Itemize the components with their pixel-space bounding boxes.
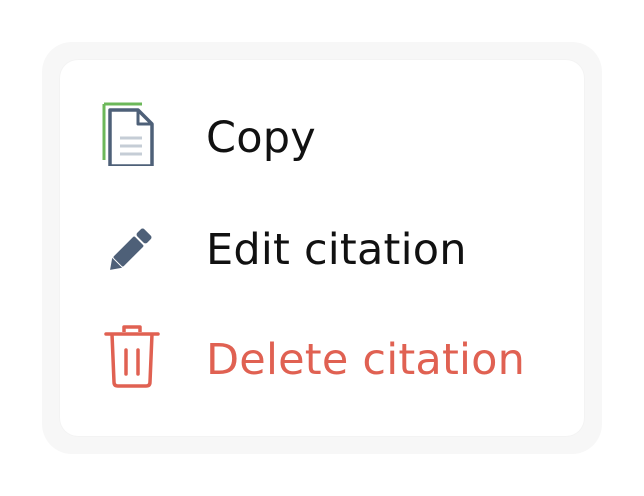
copy-icon	[100, 102, 164, 166]
menu-item-delete-citation[interactable]: Delete citation	[60, 312, 584, 408]
pencil-icon	[100, 214, 164, 278]
menu-item-delete-citation-label: Delete citation	[206, 335, 526, 385]
menu-item-copy[interactable]: Copy	[60, 90, 584, 186]
menu-item-edit-citation[interactable]: Edit citation	[60, 202, 584, 298]
trash-icon	[100, 324, 164, 388]
menu-item-copy-label: Copy	[206, 113, 316, 163]
menu-item-edit-citation-label: Edit citation	[206, 225, 467, 275]
context-menu: Copy Edit citation Delete citation	[60, 60, 584, 436]
